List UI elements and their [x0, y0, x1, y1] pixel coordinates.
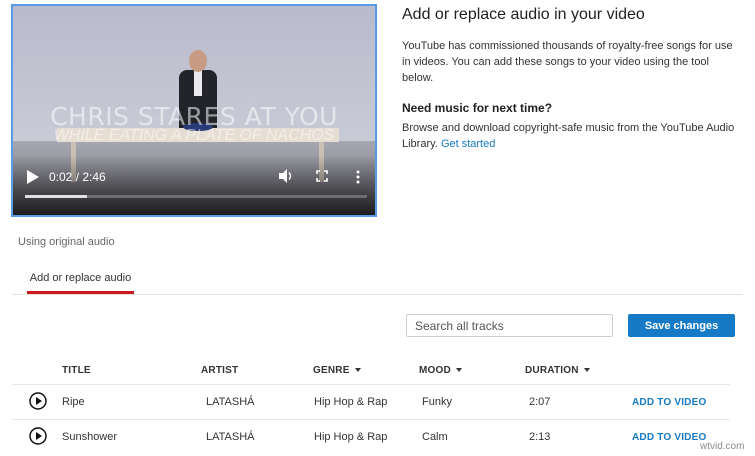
row-divider	[12, 384, 730, 385]
save-changes-button[interactable]: Save changes	[628, 314, 735, 337]
track-duration: 2:07	[529, 396, 551, 408]
page-title: Add or replace audio in your video	[402, 6, 645, 23]
play-icon[interactable]	[26, 169, 40, 185]
dropdown-caret-icon	[583, 368, 590, 373]
video-player[interactable]: CHRIS STARES AT YOU WHILE EATING A PLATE…	[11, 4, 377, 217]
fullscreen-icon[interactable]	[316, 170, 328, 182]
volume-icon[interactable]	[278, 168, 294, 184]
dropdown-caret-icon	[455, 368, 462, 373]
more-options-icon[interactable]	[355, 169, 361, 185]
row-divider	[12, 419, 730, 420]
time-display: 0:02 / 2:46	[49, 170, 106, 184]
column-header-title: TITLE	[62, 365, 91, 376]
track-mood: Calm	[422, 431, 448, 443]
progress-bar[interactable]	[25, 195, 367, 198]
search-input[interactable]	[406, 314, 613, 337]
track-genre: Hip Hop & Rap	[314, 396, 388, 408]
column-header-genre[interactable]: GENRE	[313, 365, 361, 376]
track-duration: 2:13	[529, 431, 551, 443]
track-artist: LATASHÁ	[206, 396, 255, 408]
audio-status: Using original audio	[18, 236, 115, 248]
column-header-artist: ARTIST	[201, 365, 239, 376]
info-subheading: Need music for next time?	[402, 101, 553, 115]
track-artist: LATASHÁ	[206, 431, 255, 443]
add-to-video-button[interactable]: ADD TO VIDEO	[632, 397, 706, 408]
tab-divider	[12, 294, 743, 295]
column-header-duration[interactable]: DURATION	[525, 365, 590, 376]
dropdown-caret-icon	[354, 368, 361, 373]
progress-fill	[25, 195, 87, 198]
track-title: Sunshower	[62, 431, 118, 443]
get-started-link[interactable]: Get started	[441, 138, 495, 150]
info-description: YouTube has commissioned thousands of ro…	[402, 40, 733, 84]
track-genre: Hip Hop & Rap	[314, 431, 388, 443]
info-subdescription: Browse and download copyright-safe music…	[402, 122, 735, 150]
watermark: wtvid.com	[700, 441, 745, 452]
preview-play-icon[interactable]	[29, 392, 47, 410]
preview-play-icon[interactable]	[29, 427, 47, 445]
info-panel: Add or replace audio in your video YouTu…	[402, 6, 742, 152]
add-to-video-button[interactable]: ADD TO VIDEO	[632, 432, 706, 443]
track-mood: Funky	[422, 396, 452, 408]
column-header-mood[interactable]: MOOD	[419, 365, 462, 376]
video-overlay-subtitle: WHILE EATING A PLATE OF NACHOS	[53, 127, 335, 144]
track-title: Ripe	[62, 396, 85, 408]
